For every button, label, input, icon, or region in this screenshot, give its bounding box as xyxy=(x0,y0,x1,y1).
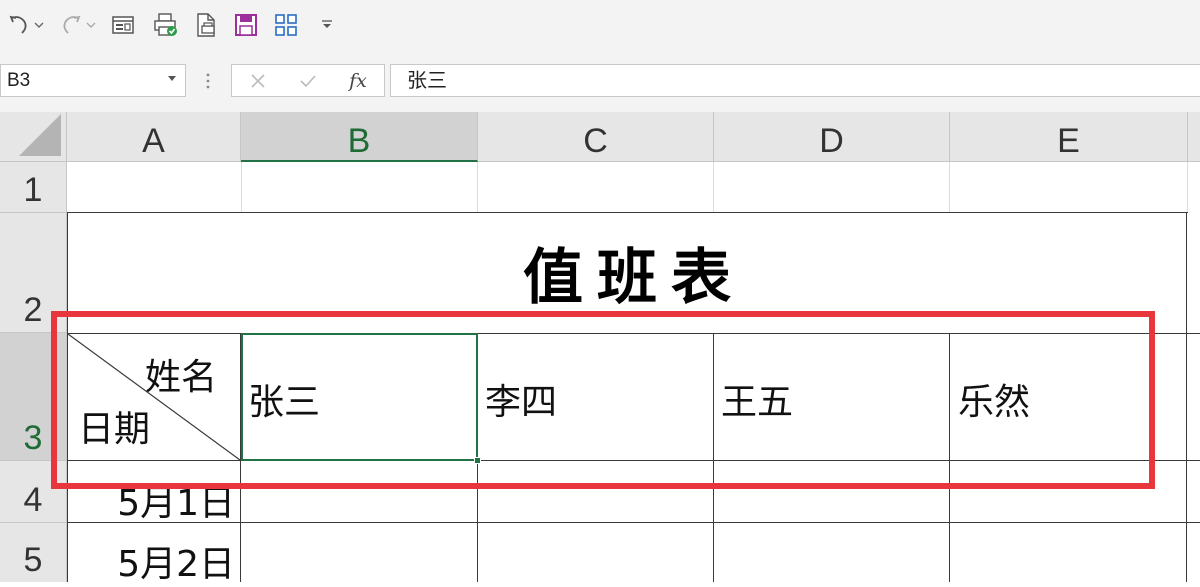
column-header-a[interactable]: A xyxy=(67,112,241,162)
table-border xyxy=(67,522,1200,523)
select-all-triangle xyxy=(19,114,61,156)
column-header-b[interactable]: B xyxy=(241,112,478,162)
cell-a5[interactable]: 5月2日 xyxy=(117,535,235,587)
table-border xyxy=(67,460,1200,461)
gridline xyxy=(1187,162,1188,213)
formula-bar: B3 fx 张三 xyxy=(0,50,1200,112)
header-date-label: 日期 xyxy=(78,409,151,450)
table-border xyxy=(949,333,950,582)
cell-d3[interactable]: 王五 xyxy=(721,373,793,425)
name-box[interactable]: B3 xyxy=(0,64,186,97)
column-header-e[interactable]: E xyxy=(950,112,1188,162)
header-name-label: 姓名 xyxy=(145,357,218,398)
select-all-corner[interactable] xyxy=(0,112,67,162)
cell-c3[interactable]: 李四 xyxy=(485,373,557,425)
row-header-2[interactable]: 2 xyxy=(0,213,67,333)
gridline xyxy=(477,162,478,213)
cell-e3[interactable]: 乐然 xyxy=(958,373,1030,425)
redo-icon[interactable] xyxy=(58,10,84,40)
print-preview-icon[interactable] xyxy=(152,10,180,40)
formula-buttons: fx xyxy=(231,64,385,97)
save-icon[interactable] xyxy=(234,10,258,40)
gridline xyxy=(949,162,950,213)
formula-input[interactable]: 张三 xyxy=(390,64,1200,97)
fill-handle[interactable] xyxy=(474,457,481,464)
undo-dropdown-chevron-down-icon[interactable] xyxy=(34,14,44,40)
selected-cell-outline xyxy=(241,333,478,461)
gridline xyxy=(241,162,242,213)
column-header-f[interactable] xyxy=(1188,112,1200,162)
insert-function-button[interactable]: fx xyxy=(338,65,378,96)
gridline xyxy=(713,162,714,213)
redo-dropdown-chevron-down-icon[interactable] xyxy=(86,14,96,40)
row-header-1[interactable]: 1 xyxy=(0,162,67,213)
column-header-c[interactable]: C xyxy=(478,112,714,162)
grid-icon[interactable] xyxy=(274,10,298,40)
row-header-4[interactable]: 4 xyxy=(0,461,67,523)
cell-a4[interactable]: 5月1日 xyxy=(117,474,235,526)
row-header-5[interactable]: 5 xyxy=(0,523,67,582)
print-icon[interactable] xyxy=(194,10,218,40)
form-icon[interactable] xyxy=(110,10,136,40)
undo-icon[interactable] xyxy=(6,10,32,40)
cancel-icon[interactable] xyxy=(238,65,278,96)
customize-icon[interactable] xyxy=(318,10,336,40)
name-box-chevron-down-icon[interactable] xyxy=(168,76,176,81)
table-title[interactable]: 值班表 xyxy=(68,213,1200,333)
quick-access-toolbar xyxy=(0,0,1200,50)
table-border xyxy=(713,333,714,582)
column-header-d[interactable]: D xyxy=(714,112,950,162)
more-options-icon[interactable] xyxy=(205,71,211,95)
row-header-3[interactable]: 3 xyxy=(0,333,67,461)
enter-check-icon[interactable] xyxy=(288,65,328,96)
